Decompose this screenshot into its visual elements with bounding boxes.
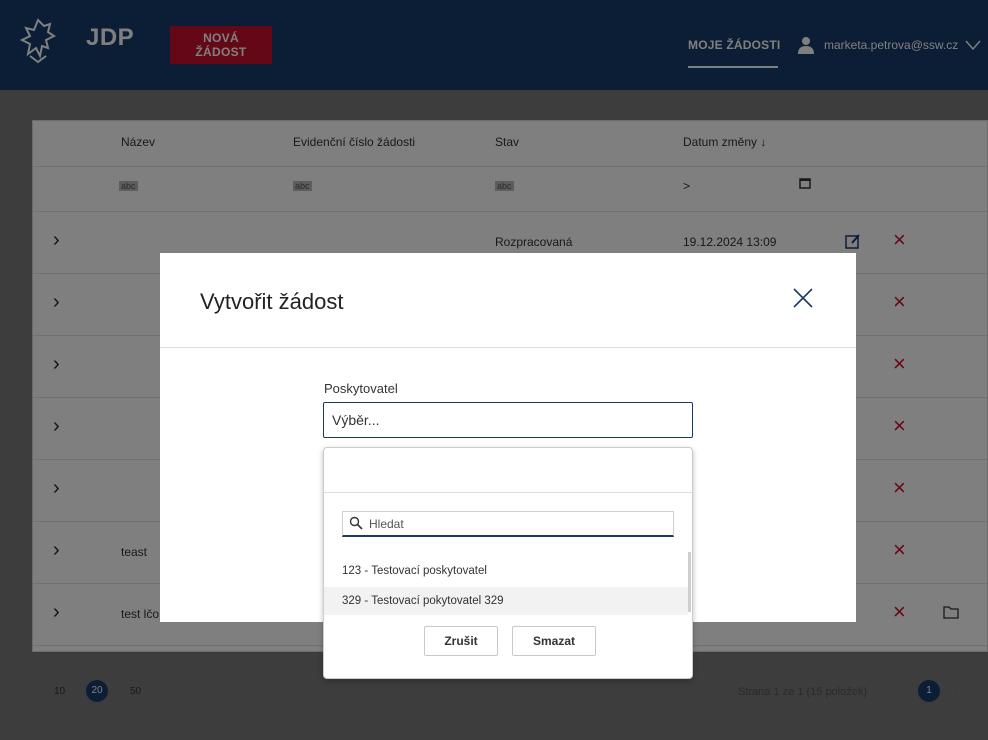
search-icon xyxy=(349,516,363,530)
list-item[interactable]: 329 - Testovací pokytovatel 329 xyxy=(324,587,688,615)
clear-button[interactable]: Smazat xyxy=(512,626,596,656)
provider-dropdown: Hledat 123 - Testovací poskytovatel 329 … xyxy=(323,447,693,679)
dialog-title: Vytvořit žádost xyxy=(200,289,344,314)
search-input[interactable]: Hledat xyxy=(342,511,674,537)
cancel-button[interactable]: Zrušit xyxy=(424,626,498,656)
option-label: 123 - Testovací poskytovatel xyxy=(342,565,487,577)
list-item[interactable]: 123 - Testovací poskytovatel xyxy=(324,557,688,585)
scrollbar[interactable] xyxy=(688,552,691,612)
option-label: 329 - Testovací pokytovatel 329 xyxy=(342,595,504,607)
dialog-divider xyxy=(160,347,856,348)
search-placeholder: Hledat xyxy=(369,517,404,531)
close-icon[interactable] xyxy=(792,287,814,309)
provider-select[interactable]: Výběr... xyxy=(323,402,693,438)
dropdown-divider xyxy=(324,492,692,493)
provider-label: Poskytovatel xyxy=(324,381,398,396)
provider-select-value: Výběr... xyxy=(332,412,380,428)
